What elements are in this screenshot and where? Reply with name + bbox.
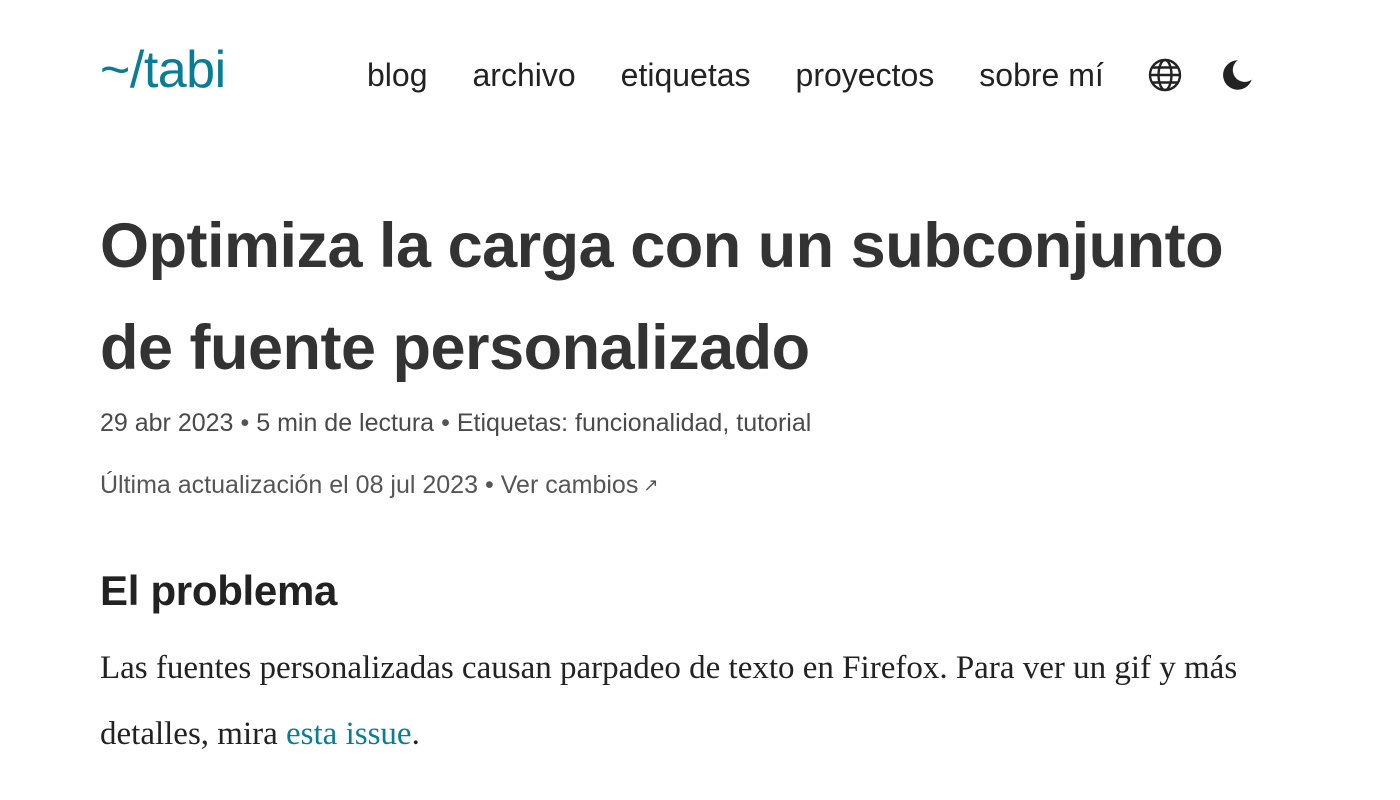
tags-joiner: , xyxy=(722,409,737,437)
issue-link[interactable]: esta issue xyxy=(286,716,412,752)
globe-icon[interactable] xyxy=(1147,57,1183,93)
tag-link-tutorial[interactable]: tutorial xyxy=(736,409,811,437)
tags-label: Etiquetas: xyxy=(456,409,569,437)
nav-item-tags[interactable]: etiquetas xyxy=(621,50,751,100)
moon-icon[interactable] xyxy=(1219,57,1255,93)
nav-item-projects[interactable]: proyectos xyxy=(796,50,935,100)
meta-separator: • xyxy=(485,471,494,499)
meta-separator: • xyxy=(441,409,450,437)
post-update-meta: Última actualización el 08 jul 2023 • Ver … xyxy=(100,467,1300,503)
post-title: Optimiza la carga con un subconjunto de … xyxy=(100,195,1300,399)
post-date: 29 abr 2023 xyxy=(100,409,234,437)
site-logo[interactable]: ~/tabi xyxy=(100,36,226,104)
view-changes-link[interactable]: Ver cambios ↗ xyxy=(501,471,659,499)
last-updated: Última actualización el 08 jul 2023 xyxy=(100,471,478,499)
section-heading: El problema xyxy=(100,567,338,614)
nav-item-blog[interactable]: blog xyxy=(367,50,428,100)
nav-item-archive[interactable]: archivo xyxy=(473,50,576,100)
section-paragraph: Las fuentes personalizadas causan parpad… xyxy=(100,635,1300,767)
external-link-arrow-icon: ↗ xyxy=(643,475,659,495)
post-title-line-2: de fuente personalizado xyxy=(100,313,810,383)
tag-link-funcionalidad[interactable]: funcionalidad xyxy=(575,409,722,437)
nav-item-about[interactable]: sobre mí xyxy=(979,50,1103,100)
paragraph-end: . xyxy=(411,716,420,752)
post-title-line-1: Optimiza la carga con un subconjunto xyxy=(100,211,1224,281)
paragraph-text: Las fuentes personalizadas causan parpad… xyxy=(100,650,1238,752)
site-header: ~/tabi blog archivo etiquetas proyectos … xyxy=(0,0,1400,150)
meta-separator: • xyxy=(240,409,250,437)
main-nav: blog archivo etiquetas proyectos sobre m… xyxy=(367,50,1255,100)
post-meta: 29 abr 2023 • 5 min de lectura • Etiquetas: … xyxy=(100,405,1300,441)
reading-time: 5 min de lectura xyxy=(256,409,435,437)
view-changes-label: Ver cambios xyxy=(500,471,639,499)
